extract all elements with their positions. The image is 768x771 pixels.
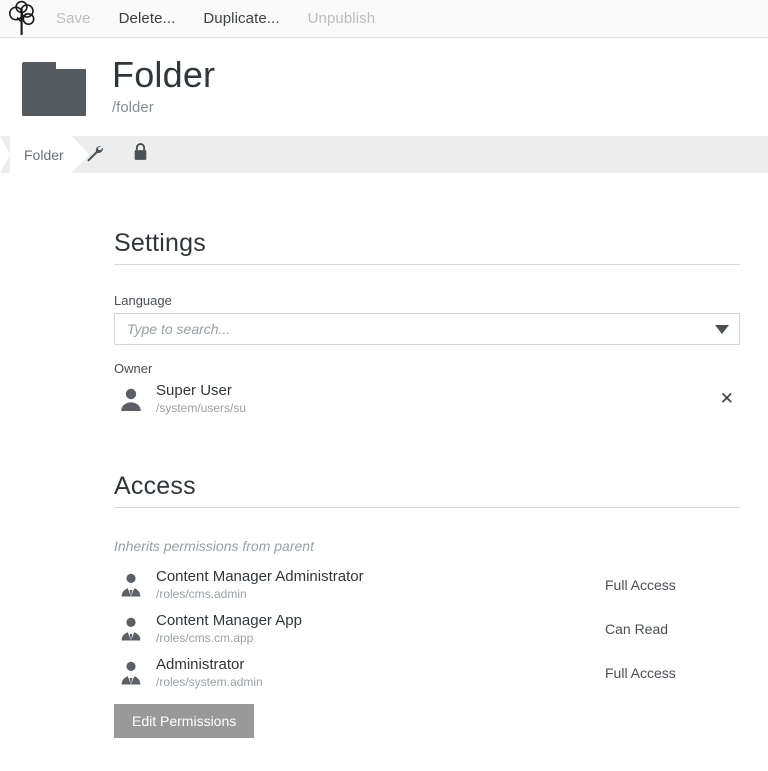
duplicate-button[interactable]: Duplicate... xyxy=(189,10,293,27)
page-title-block: Folder /folder xyxy=(112,55,215,119)
owner-name: Super User xyxy=(156,382,232,399)
role-user-icon xyxy=(114,616,148,642)
owner-path: /system/users/su xyxy=(156,401,247,415)
settings-heading: Settings xyxy=(114,229,740,265)
language-select[interactable]: Type to search... xyxy=(114,313,740,345)
role-permission: Full Access xyxy=(605,664,676,681)
tab-bar: Folder xyxy=(0,136,768,173)
owner-text: Super User /system/users/su xyxy=(156,381,714,416)
tab-folder[interactable]: Folder xyxy=(10,136,72,173)
role-user-icon xyxy=(114,660,148,686)
user-avatar-icon xyxy=(114,386,148,412)
tab-folder-label: Folder xyxy=(24,146,64,163)
page-header: Folder /folder xyxy=(0,38,768,136)
edit-permissions-row: Edit Permissions xyxy=(114,704,740,738)
tab-chevron-start-icon xyxy=(0,136,10,173)
main-content: Settings Language Type to search... Owne… xyxy=(0,229,768,738)
owner-label: Owner xyxy=(114,361,153,376)
table-row: Administrator /roles/system.admin Full A… xyxy=(114,655,740,690)
chevron-down-icon xyxy=(715,324,729,334)
language-field-group: Language Type to search... xyxy=(114,293,740,345)
delete-button[interactable]: Delete... xyxy=(105,10,190,27)
access-section: Access xyxy=(114,472,740,508)
top-toolbar: Save Delete... Duplicate... Unpublish xyxy=(0,0,768,38)
edit-permissions-button[interactable]: Edit Permissions xyxy=(114,704,255,738)
folder-icon xyxy=(22,62,86,116)
inherit-permissions-note: Inherits permissions from parent xyxy=(114,538,314,554)
unpublish-button[interactable]: Unpublish xyxy=(294,10,390,27)
role-user-icon xyxy=(114,572,148,598)
owner-remove-button[interactable]: ✕ xyxy=(714,387,740,411)
role-permission: Can Read xyxy=(605,620,669,637)
magnolia-tree-logo-icon[interactable] xyxy=(0,0,42,38)
table-row: Content Manager App /roles/cms.cm.app Ca… xyxy=(114,611,740,646)
lock-icon xyxy=(132,142,149,167)
tab-security[interactable] xyxy=(118,136,164,173)
language-label: Language xyxy=(114,293,172,308)
page-subtitle-path: /folder xyxy=(112,99,154,116)
page-title: Folder xyxy=(112,54,216,95)
inherit-note-row: Inherits permissions from parent xyxy=(114,538,740,554)
language-placeholder: Type to search... xyxy=(127,321,231,337)
owner-field-group: Owner Super User /system/users/su ✕ xyxy=(114,361,740,416)
table-row: Content Manager Administrator /roles/cms… xyxy=(114,567,740,602)
save-button[interactable]: Save xyxy=(42,10,105,27)
access-heading: Access xyxy=(114,472,740,508)
role-permission: Full Access xyxy=(605,576,676,593)
access-role-list: Content Manager Administrator /roles/cms… xyxy=(114,567,740,690)
owner-row: Super User /system/users/su ✕ xyxy=(114,381,740,416)
settings-section: Settings xyxy=(114,229,740,265)
